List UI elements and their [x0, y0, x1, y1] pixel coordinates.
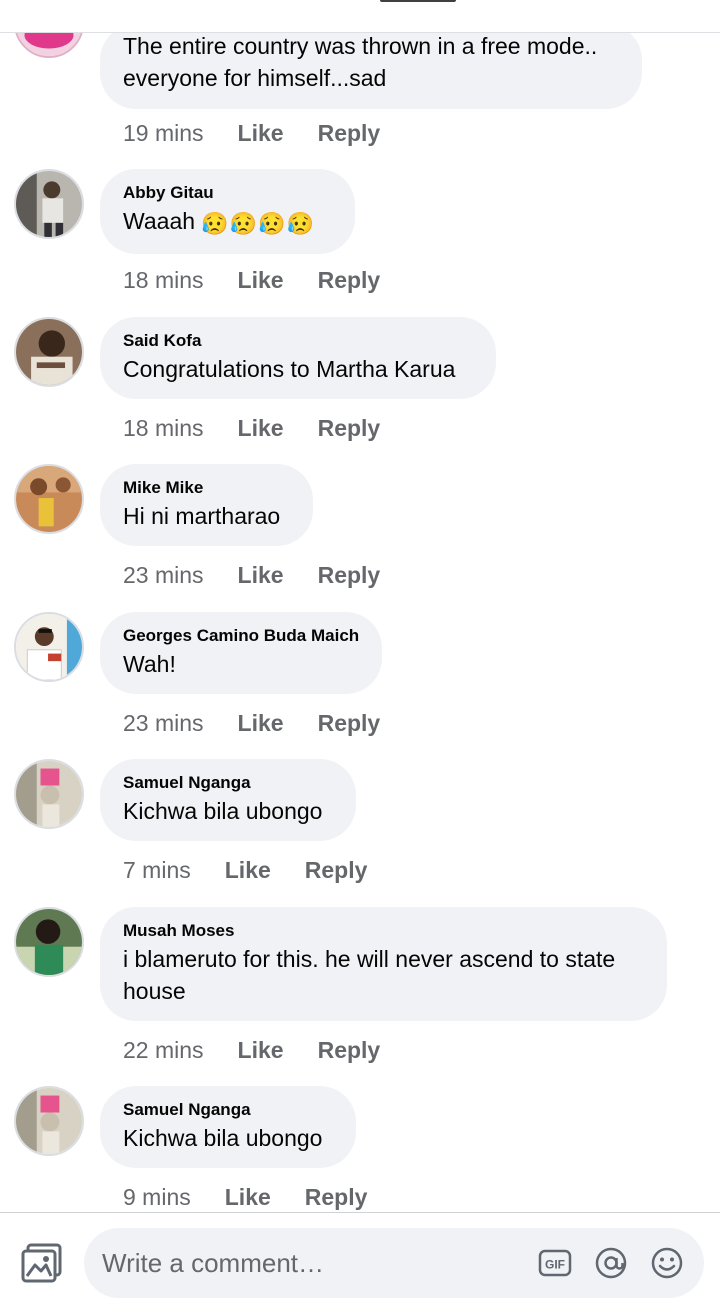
avatar[interactable]: [14, 464, 84, 534]
photo-icon[interactable]: [20, 1243, 64, 1283]
comment-composer: GIF: [0, 1212, 720, 1312]
reply-button[interactable]: Reply: [305, 1184, 368, 1210]
avatar[interactable]: [14, 612, 84, 682]
comment-actions: 7 mins Like Reply: [123, 856, 367, 884]
comment-input-container[interactable]: GIF: [84, 1228, 704, 1298]
avatar[interactable]: [14, 1086, 84, 1156]
comment-actions: 18 mins Like Reply: [123, 266, 380, 294]
header-title-fragment: [380, 0, 456, 2]
gif-icon-label: GIF: [545, 1258, 565, 1272]
comment-text: Hi ni martharao: [123, 503, 281, 529]
like-button[interactable]: Like: [238, 267, 284, 293]
comment-time: 18 mins: [123, 267, 204, 293]
like-button[interactable]: Like: [238, 415, 284, 441]
comment-author[interactable]: Abby Gitau: [123, 183, 331, 203]
comment-time: 7 mins: [123, 857, 191, 883]
comment-actions: 23 mins Like Reply: [123, 709, 380, 737]
reply-button[interactable]: Reply: [318, 710, 381, 736]
reply-button[interactable]: Reply: [318, 1037, 381, 1063]
reply-button[interactable]: Reply: [318, 120, 381, 146]
comment-bubble[interactable]: The entire country was thrown in a free …: [100, 24, 642, 109]
comment-actions: 9 mins Like Reply: [123, 1183, 367, 1211]
like-button[interactable]: Like: [238, 710, 284, 736]
like-button[interactable]: Like: [238, 562, 284, 588]
comment-bubble[interactable]: Said Kofa Congratulations to Martha Karu…: [100, 317, 496, 399]
avatar[interactable]: [14, 317, 84, 387]
comment-text-main: Waaah: [123, 208, 196, 234]
like-button[interactable]: Like: [225, 1184, 271, 1210]
comment-text: Kichwa bila ubongo: [123, 798, 323, 824]
comment-time: 23 mins: [123, 562, 204, 588]
comment-list: The entire country was thrown in a free …: [0, 0, 720, 1212]
comment-input[interactable]: [102, 1228, 522, 1298]
like-button[interactable]: Like: [238, 120, 284, 146]
comment-text: Waaah 😥😥😥😥: [123, 205, 331, 240]
comment-bubble[interactable]: Mike Mike Hi ni martharao: [100, 464, 313, 546]
smiley-icon[interactable]: [650, 1246, 684, 1280]
comment-author[interactable]: Musah Moses: [123, 921, 643, 941]
crying-face-icon: 😥😥😥😥: [201, 211, 315, 236]
top-header-bar: [0, 0, 720, 33]
comment-bubble[interactable]: Abby Gitau Waaah 😥😥😥😥: [100, 169, 355, 254]
comment-text: Congratulations to Martha Karua: [123, 356, 456, 382]
comment-author[interactable]: Georges Camino Buda Maich: [123, 626, 359, 646]
avatar[interactable]: [14, 169, 84, 239]
comment-actions: 18 mins Like Reply: [123, 414, 380, 442]
comment-time: 22 mins: [123, 1037, 204, 1063]
comment-author[interactable]: Said Kofa: [123, 331, 472, 351]
comment-actions: 23 mins Like Reply: [123, 561, 380, 589]
comment-text: Kichwa bila ubongo: [123, 1125, 323, 1151]
reply-button[interactable]: Reply: [318, 267, 381, 293]
comment-time: 18 mins: [123, 415, 204, 441]
comment-author[interactable]: Samuel Nganga: [123, 1100, 332, 1120]
comment-time: 9 mins: [123, 1184, 191, 1210]
reply-button[interactable]: Reply: [318, 415, 381, 441]
avatar[interactable]: [14, 759, 84, 829]
comment-text: The entire country was thrown in a free …: [123, 33, 598, 91]
reply-button[interactable]: Reply: [318, 562, 381, 588]
comment-time: 23 mins: [123, 710, 204, 736]
comment-bubble[interactable]: Musah Moses i blameruto for this. he wil…: [100, 907, 667, 1021]
comment-text: Wah!: [123, 651, 176, 677]
comment-bubble[interactable]: Samuel Nganga Kichwa bila ubongo: [100, 759, 356, 841]
comment-actions: 22 mins Like Reply: [123, 1036, 380, 1064]
gif-icon[interactable]: GIF: [538, 1246, 572, 1280]
like-button[interactable]: Like: [238, 1037, 284, 1063]
comment-text: i blameruto for this. he will never asce…: [123, 946, 616, 1004]
avatar[interactable]: [14, 907, 84, 977]
comment-actions: 19 mins Like Reply: [123, 119, 380, 147]
comment-bubble[interactable]: Samuel Nganga Kichwa bila ubongo: [100, 1086, 356, 1168]
comment-bubble[interactable]: Georges Camino Buda Maich Wah!: [100, 612, 382, 694]
comment-author[interactable]: Samuel Nganga: [123, 773, 332, 793]
at-sign-icon[interactable]: [594, 1246, 628, 1280]
like-button[interactable]: Like: [225, 857, 271, 883]
reply-button[interactable]: Reply: [305, 857, 368, 883]
comment-time: 19 mins: [123, 120, 204, 146]
comment-author[interactable]: Mike Mike: [123, 478, 289, 498]
